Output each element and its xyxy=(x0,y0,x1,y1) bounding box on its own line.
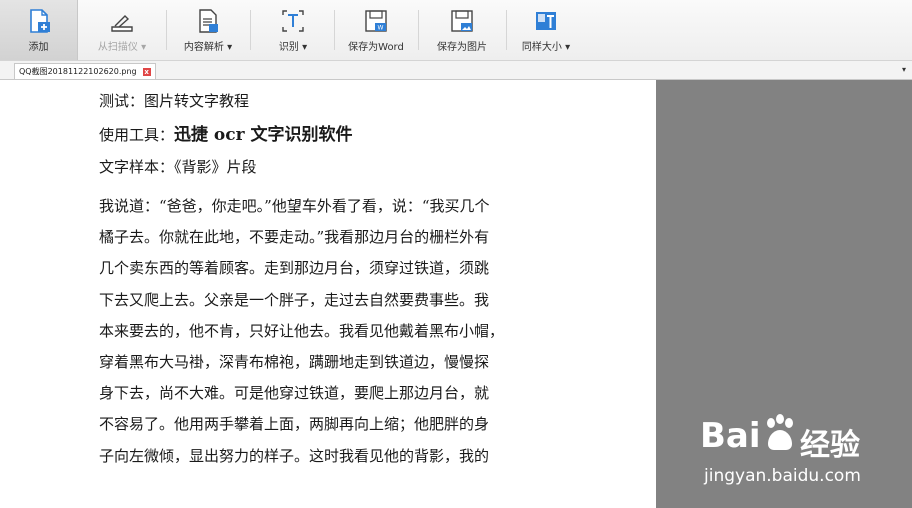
document-parse-icon xyxy=(199,9,218,33)
doc-line-test: 测试：图片转文字教程 xyxy=(99,92,250,110)
watermark-brand-left: Bai xyxy=(700,416,761,456)
tab-bar: QQ截图20181122102620.png x ▾ xyxy=(0,61,912,80)
doc-para-line: 身下去，尚不大难。可是他穿过铁道，要爬上那边月台，就 xyxy=(99,384,490,403)
content-parse-label: 内容解析 xyxy=(183,42,224,53)
doc-tool-prefix: 使用工具： xyxy=(99,126,175,144)
doc-para-line: 子向左微倾，显出努力的样子。这时我看见他的背影，我的 xyxy=(99,446,490,465)
text-recognize-icon xyxy=(282,10,304,32)
same-size-label: 同样大小 xyxy=(521,42,562,53)
tab-menu-chevron-icon[interactable]: ▾ xyxy=(902,65,906,74)
document-text: 测试：图片转文字教程 使用工具：迅捷 ocr 文字识别软件 文字样本：《背影》片… xyxy=(99,90,569,472)
doc-para-line: 我说道：“爸爸，你走吧。”他望车外看了看，说：“我买几个 xyxy=(99,197,490,215)
same-size-button[interactable]: 同样大小 ▾ xyxy=(512,0,580,60)
save-as-image-button[interactable]: 保存为图片 xyxy=(424,0,500,60)
toolbar-divider xyxy=(418,10,419,50)
recognize-label: 识别 xyxy=(278,42,299,53)
document-page: 测试：图片转文字教程 使用工具：迅捷 ocr 文字识别软件 文字样本：《背影》片… xyxy=(0,80,656,508)
add-button[interactable]: 添加 xyxy=(0,0,78,60)
doc-para-line: 本来要去的，他不肯，只好让他去。我看见他戴着黑布小帽， xyxy=(99,321,505,340)
add-label: 添加 xyxy=(28,42,49,53)
save-word-icon: W xyxy=(365,10,387,32)
doc-para-line: 下去又爬上去。父亲是一个胖子，走过去自然要费事些。我 xyxy=(99,290,490,309)
save-as-word-button[interactable]: W 保存为Word xyxy=(340,0,412,60)
save-as-word-label: 保存为Word xyxy=(348,42,404,53)
chevron-down-icon: ▾ xyxy=(302,42,308,53)
doc-para-line: 不容易了。他用两手攀着上面，两脚再向上缩；他肥胖的身 xyxy=(99,415,490,434)
toolbar: 添加 从扫描仪 ▾ 内容解析 ▾ 识别 ▾ W 保存为Word 保存为图片 同样… xyxy=(0,0,912,61)
tab-file[interactable]: QQ截图20181122102620.png x xyxy=(14,63,156,79)
doc-tool-name: 迅捷 ocr 文字识别软件 xyxy=(174,125,353,145)
doc-para-line: 几个卖东西的等着顾客。走到那边月台，须穿过铁道，须跳 xyxy=(99,259,490,278)
tab-filename: QQ截图20181122102620.png xyxy=(19,67,137,76)
doc-line-tool: 使用工具：迅捷 ocr 文字识别软件 xyxy=(99,123,569,156)
chevron-down-icon: ▾ xyxy=(227,42,233,53)
watermark-url: jingyan.baidu.com xyxy=(704,466,861,486)
recognize-button[interactable]: 识别 ▾ xyxy=(258,0,328,60)
toolbar-divider xyxy=(166,10,167,50)
chevron-down-icon: ▾ xyxy=(141,42,147,53)
toolbar-divider xyxy=(250,10,251,50)
paw-logo-icon xyxy=(767,414,793,450)
from-scanner-button[interactable]: 从扫描仪 ▾ xyxy=(86,0,158,60)
save-image-icon xyxy=(451,10,473,32)
watermark-brand-right: 经验 xyxy=(800,428,860,463)
save-as-image-label: 保存为图片 xyxy=(437,42,487,53)
actual-size-icon xyxy=(536,12,556,30)
toolbar-divider xyxy=(334,10,335,50)
add-file-icon xyxy=(29,9,50,33)
doc-paragraph: 我说道：“爸爸，你走吧。”他望车外看了看，说：“我买几个 橘子去。你就在此地，不… xyxy=(99,191,569,472)
toolbar-divider xyxy=(506,10,507,50)
chevron-down-icon: ▾ xyxy=(565,42,571,53)
scanner-icon xyxy=(111,15,133,32)
baidu-watermark: Bai 经验 jingyan.baidu.com xyxy=(700,408,900,488)
doc-line-sample: 文字样本：《背影》片段 xyxy=(99,158,257,176)
from-scanner-label: 从扫描仪 xyxy=(97,42,138,53)
doc-para-line: 穿着黑布大马褂，深青布棉袍，蹒跚地走到铁道边，慢慢探 xyxy=(99,353,490,372)
svg-text:W: W xyxy=(378,25,384,32)
close-icon[interactable]: x xyxy=(142,67,151,76)
content-parse-button[interactable]: 内容解析 ▾ xyxy=(172,0,244,60)
doc-para-line: 橘子去。你就在此地，不要走动。”我看那边月台的栅栏外有 xyxy=(99,228,490,247)
